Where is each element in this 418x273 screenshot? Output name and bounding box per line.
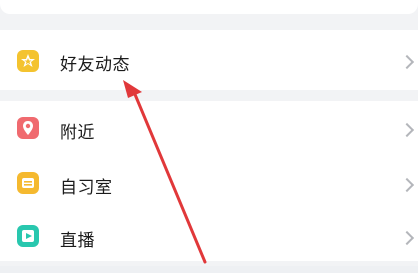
annotation-arrow — [123, 80, 207, 264]
